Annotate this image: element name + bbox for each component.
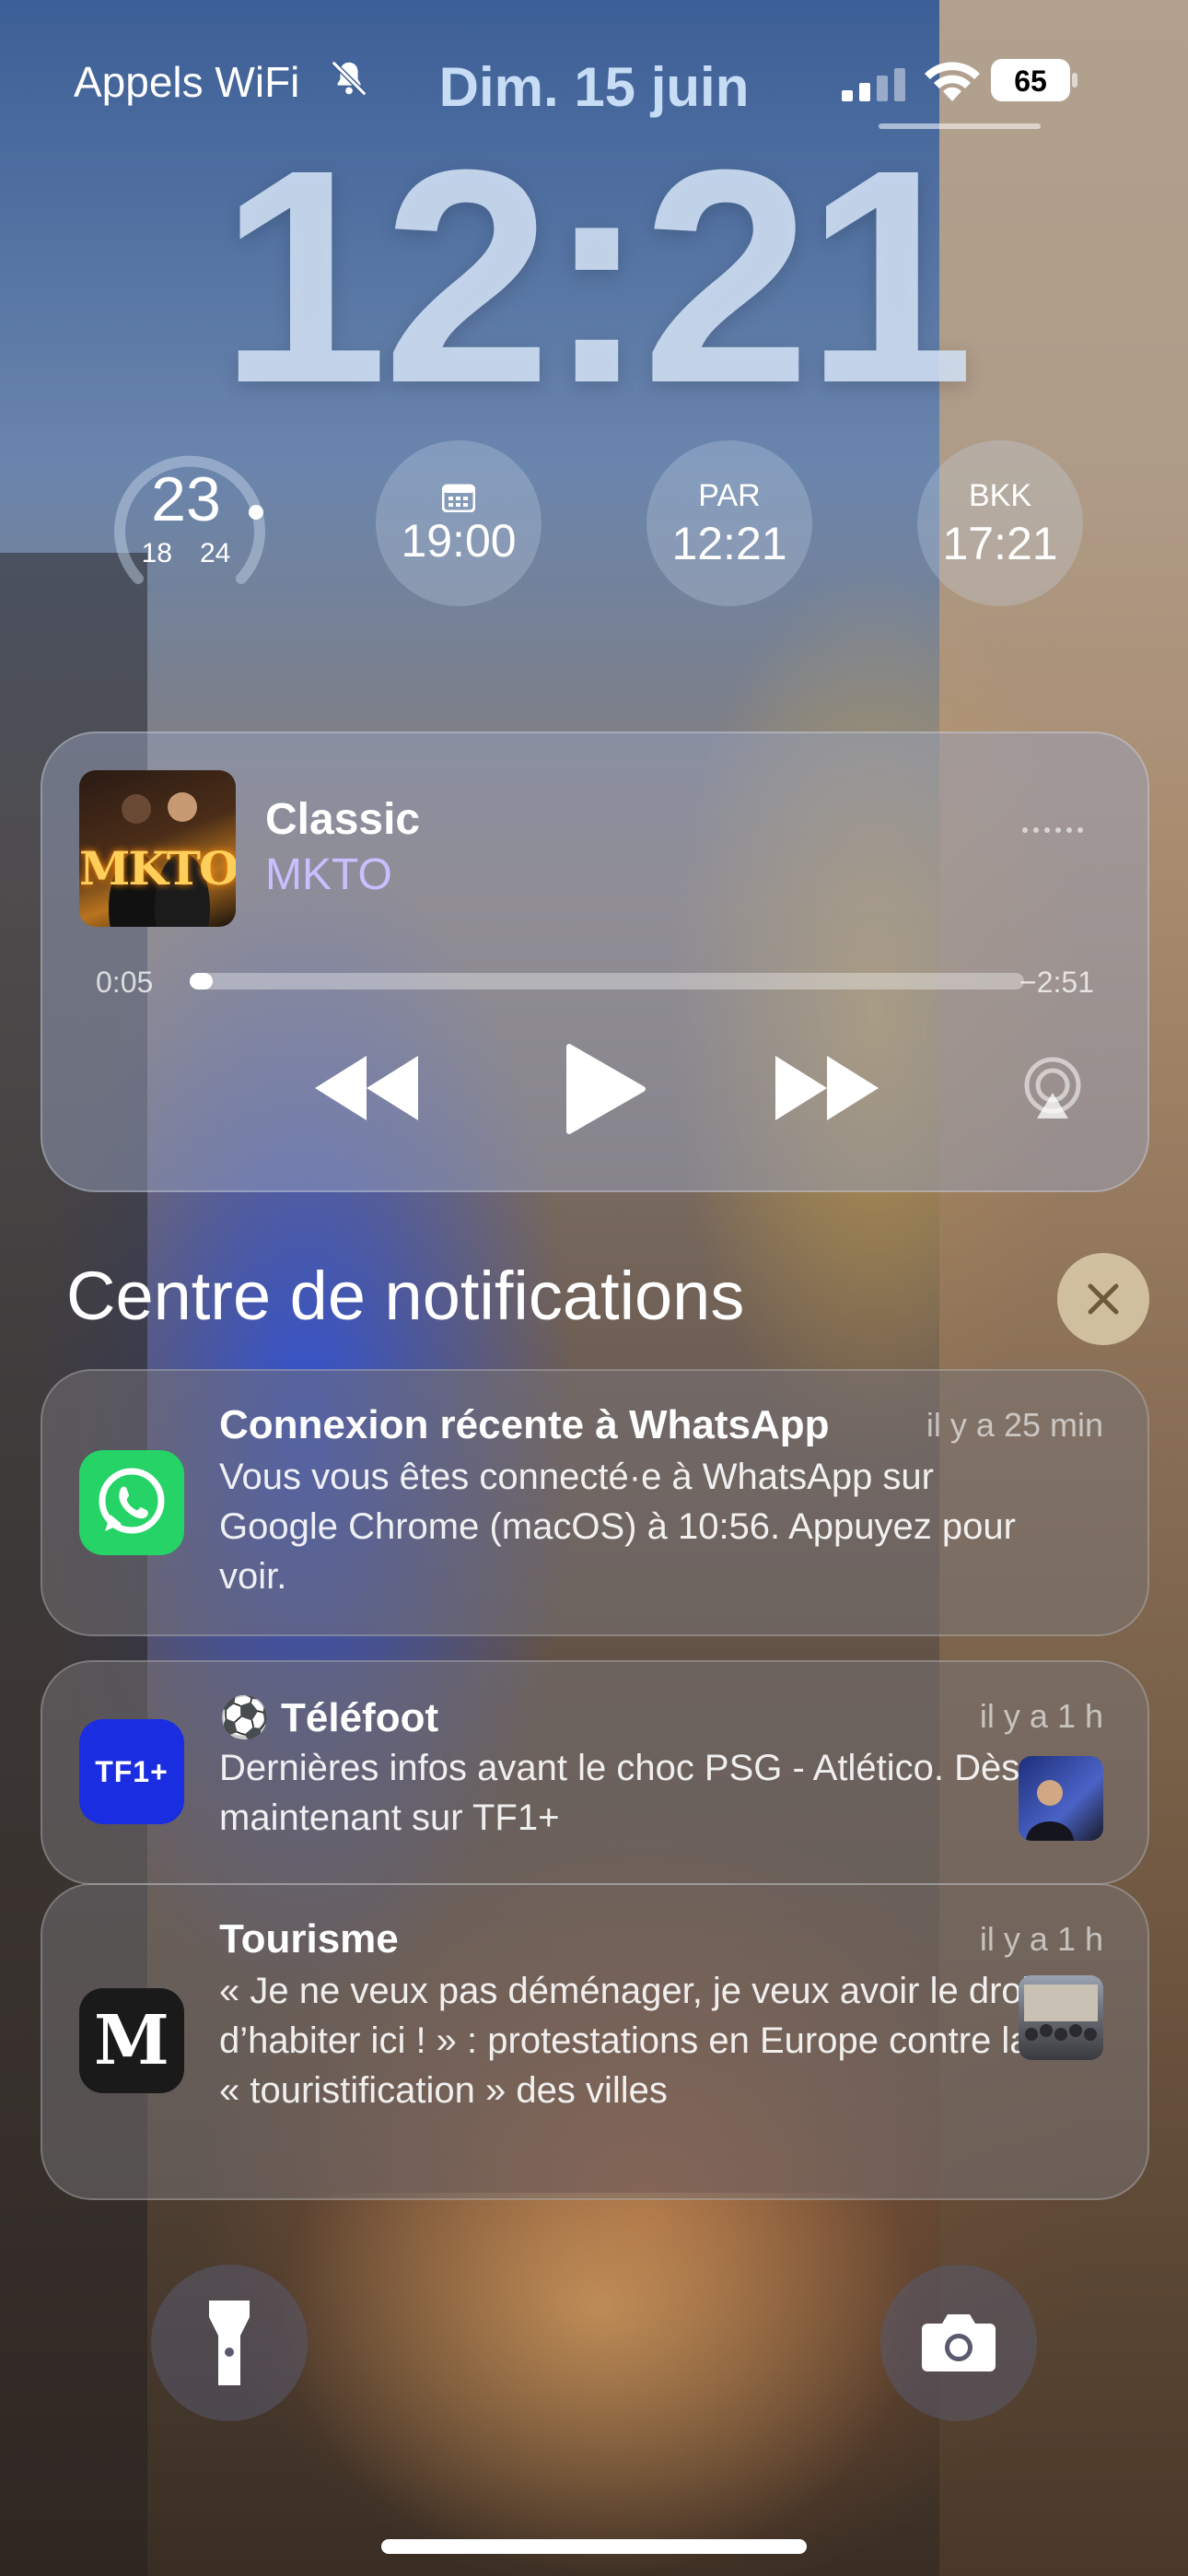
world-clock-time: 17:21 [942, 518, 1058, 569]
le-monde-icon: M [79, 1988, 184, 2093]
next-event-time: 19:00 [401, 515, 517, 567]
cellular-signal-icon [842, 68, 905, 101]
camera-button[interactable] [880, 2265, 1037, 2421]
notification-whatsapp[interactable]: Connexion récente à WhatsApp il y a 25 m… [41, 1369, 1149, 1636]
thumbnail-person [1026, 1780, 1074, 1841]
notification-thumbnail [1019, 1756, 1103, 1841]
battery-level: 65 [1014, 64, 1047, 98]
notification-le-monde[interactable]: M Tourisme il y a 1 h « Je ne veux pas d… [41, 1883, 1149, 2200]
notification-time: il y a 25 min [926, 1406, 1103, 1444]
whatsapp-icon [79, 1450, 184, 1555]
calendar-icon [442, 484, 475, 512]
weather-widget[interactable]: 23 18 24 [103, 440, 269, 606]
le-monde-logo-text: M [94, 2001, 169, 2080]
lock-clock: 12:21 [218, 106, 974, 446]
remaining-time: −2:51 [1019, 966, 1094, 999]
home-indicator[interactable] [381, 2539, 807, 2554]
battery-icon: 65 [991, 59, 1077, 101]
rewind-button[interactable] [315, 1056, 418, 1120]
world-clock-paris[interactable]: PAR 12:21 [646, 440, 812, 606]
world-clock-city: BKK [968, 478, 1032, 513]
track-title: Classic [265, 795, 421, 844]
world-clock-time: 12:21 [671, 518, 787, 569]
calendar-widget[interactable]: 19:00 [376, 440, 542, 606]
wifi-icon [925, 62, 980, 101]
playback-progress [190, 973, 214, 989]
notification-title: Connexion récente à WhatsApp [219, 1402, 830, 1447]
notification-body: Dernières infos avant le choc PSG - Atlé… [219, 1748, 1020, 1838]
notification-thumbnail [1019, 1975, 1103, 2060]
fast-forward-button[interactable] [775, 1056, 879, 1120]
play-button[interactable] [558, 1043, 650, 1135]
wallpaper-street [276, 2193, 921, 2576]
notification-time: il y a 1 h [979, 1920, 1103, 1958]
close-icon [1088, 1283, 1119, 1315]
notification-title: Tourisme [219, 1916, 399, 1961]
world-clock-city: PAR [698, 478, 761, 513]
notification-body: « Je ne veux pas déménager, je veux avoi… [219, 1971, 1041, 2111]
notification-tf1[interactable]: TF1+ ⚽ Téléfoot il y a 1 h Dernières inf… [41, 1660, 1149, 1885]
album-art[interactable]: MKTO [79, 770, 236, 927]
flashlight-button[interactable] [151, 2265, 308, 2421]
camera-icon [922, 2314, 996, 2371]
whatsapp-logo [99, 1468, 165, 1534]
thumbnail-crowd [1024, 1985, 1098, 2041]
notification-body: Vous vous êtes connecté·e à WhatsApp sur… [219, 1457, 1016, 1597]
notification-center-title: Centre de notifications [66, 1258, 745, 1334]
more-options-icon[interactable] [1022, 827, 1083, 833]
airplay-icon[interactable] [1020, 1056, 1085, 1120]
notification-time: il y a 1 h [979, 1697, 1103, 1735]
now-playing-widget[interactable]: MKTO Classic MKTO 0:05 −2:51 [41, 732, 1149, 1192]
tf1-icon: TF1+ [79, 1719, 184, 1824]
track-artist: MKTO [265, 850, 392, 899]
temperature-gauge [114, 455, 265, 584]
tf1-logo-text: TF1+ [95, 1754, 169, 1788]
flashlight-icon [209, 2301, 250, 2385]
world-clock-bangkok[interactable]: BKK 17:21 [917, 440, 1083, 606]
clear-notifications-button[interactable] [1057, 1253, 1149, 1345]
notification-title: ⚽ Téléfoot [219, 1695, 439, 1740]
elapsed-time: 0:05 [96, 966, 154, 999]
album-art-title: MKTO [79, 841, 236, 896]
playback-scrubber[interactable] [190, 973, 1024, 989]
